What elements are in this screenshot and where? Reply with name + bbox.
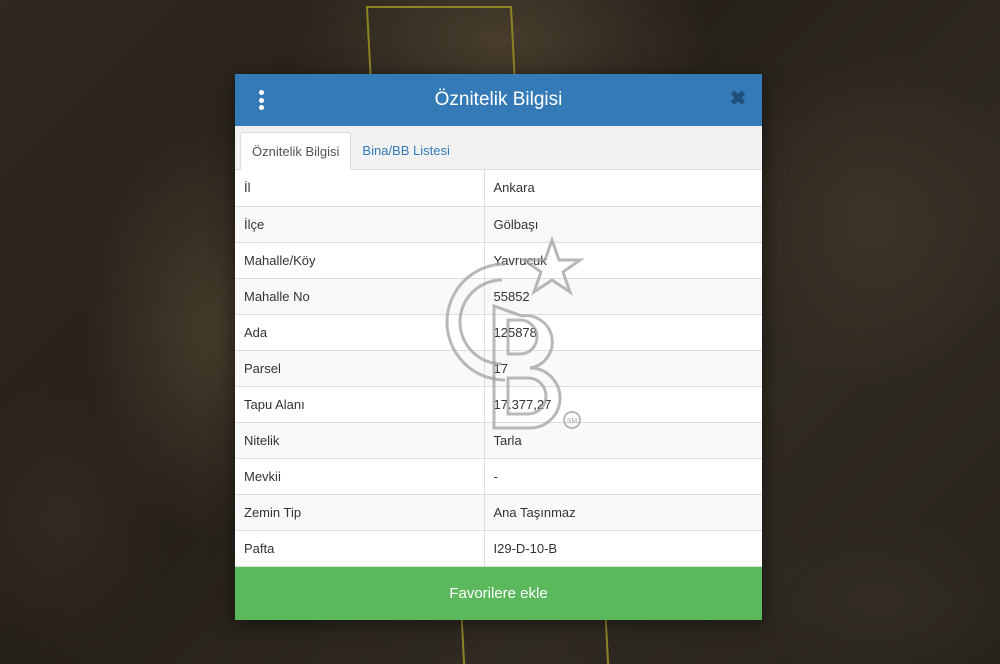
attr-label: Parsel: [235, 350, 485, 387]
attr-label: Pafta: [235, 530, 485, 567]
close-icon[interactable]: ✖: [728, 88, 748, 110]
table-row: Pafta I29-D-10-B: [235, 530, 762, 567]
attr-label: Mevkii: [235, 458, 485, 495]
attr-value: Gölbaşı: [484, 206, 762, 243]
table-row: Tapu Alanı 17.377,27: [235, 386, 762, 423]
attr-label: Mahalle/Köy: [235, 242, 485, 279]
table-row: Mahalle No 55852: [235, 278, 762, 315]
table-row: Ada 125878: [235, 314, 762, 351]
attr-value: I29-D-10-B: [484, 530, 762, 567]
attr-value: Ana Taşınmaz: [484, 494, 762, 531]
attr-label: İl: [235, 170, 485, 207]
attr-value: Ankara: [484, 170, 762, 207]
table-row: Parsel 17: [235, 350, 762, 387]
attr-value: Tarla: [484, 422, 762, 459]
kebab-menu-icon[interactable]: [255, 88, 267, 112]
modal-title: Öznitelik Bilgisi: [434, 89, 563, 110]
tab-attribute-info[interactable]: Öznitelik Bilgisi: [240, 132, 352, 170]
table-row: Zemin Tip Ana Taşınmaz: [235, 494, 762, 531]
attr-value: 17: [484, 350, 762, 387]
attribute-table: İl Ankara İlçe Gölbaşı Mahalle/Köy Yavru…: [235, 170, 762, 567]
table-row: Nitelik Tarla: [235, 422, 762, 459]
attr-value: 125878: [484, 314, 762, 351]
attr-value: 55852: [484, 278, 762, 315]
table-row: İlçe Gölbaşı: [235, 206, 762, 243]
attribute-modal: Öznitelik Bilgisi ✖ Öznitelik Bilgisi Bi…: [235, 74, 762, 620]
modal-header: Öznitelik Bilgisi ✖: [235, 74, 762, 126]
table-row: Mahalle/Köy Yavrucuk: [235, 242, 762, 279]
attr-value: -: [484, 458, 762, 495]
attr-label: Nitelik: [235, 422, 485, 459]
attr-label: Ada: [235, 314, 485, 351]
table-row: Mevkii -: [235, 458, 762, 495]
add-to-favorites-button[interactable]: Favorilere ekle: [235, 567, 762, 620]
attr-label: Tapu Alanı: [235, 386, 485, 423]
tab-building-list[interactable]: Bina/BB Listesi: [351, 132, 460, 170]
tab-bar: Öznitelik Bilgisi Bina/BB Listesi: [235, 126, 762, 170]
table-row: İl Ankara: [235, 170, 762, 207]
attr-value: 17.377,27: [484, 386, 762, 423]
attr-label: Zemin Tip: [235, 494, 485, 531]
attr-value: Yavrucuk: [484, 242, 762, 279]
attr-label: İlçe: [235, 206, 485, 243]
attr-label: Mahalle No: [235, 278, 485, 315]
